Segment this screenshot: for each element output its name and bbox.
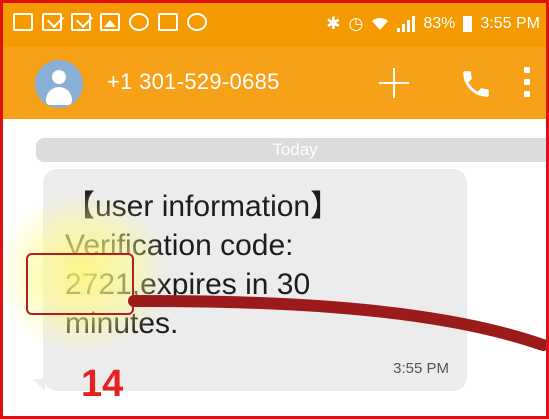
annotation-arrow [128,295,546,351]
screenshot-frame: ✱ ◷ 83% 3:55 PM +1 301-529-0685 Today 【u… [0,0,549,419]
step-number: 14 [81,363,124,405]
